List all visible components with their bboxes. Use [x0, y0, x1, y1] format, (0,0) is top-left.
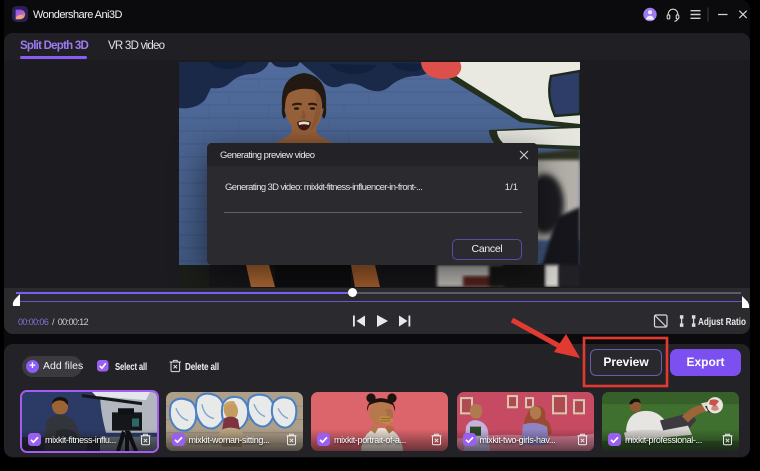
- svg-text:Adjust Ratio: Adjust Ratio: [698, 317, 746, 328]
- svg-text:Select all: Select all: [115, 362, 147, 373]
- svg-text:Delete all: Delete all: [185, 362, 219, 373]
